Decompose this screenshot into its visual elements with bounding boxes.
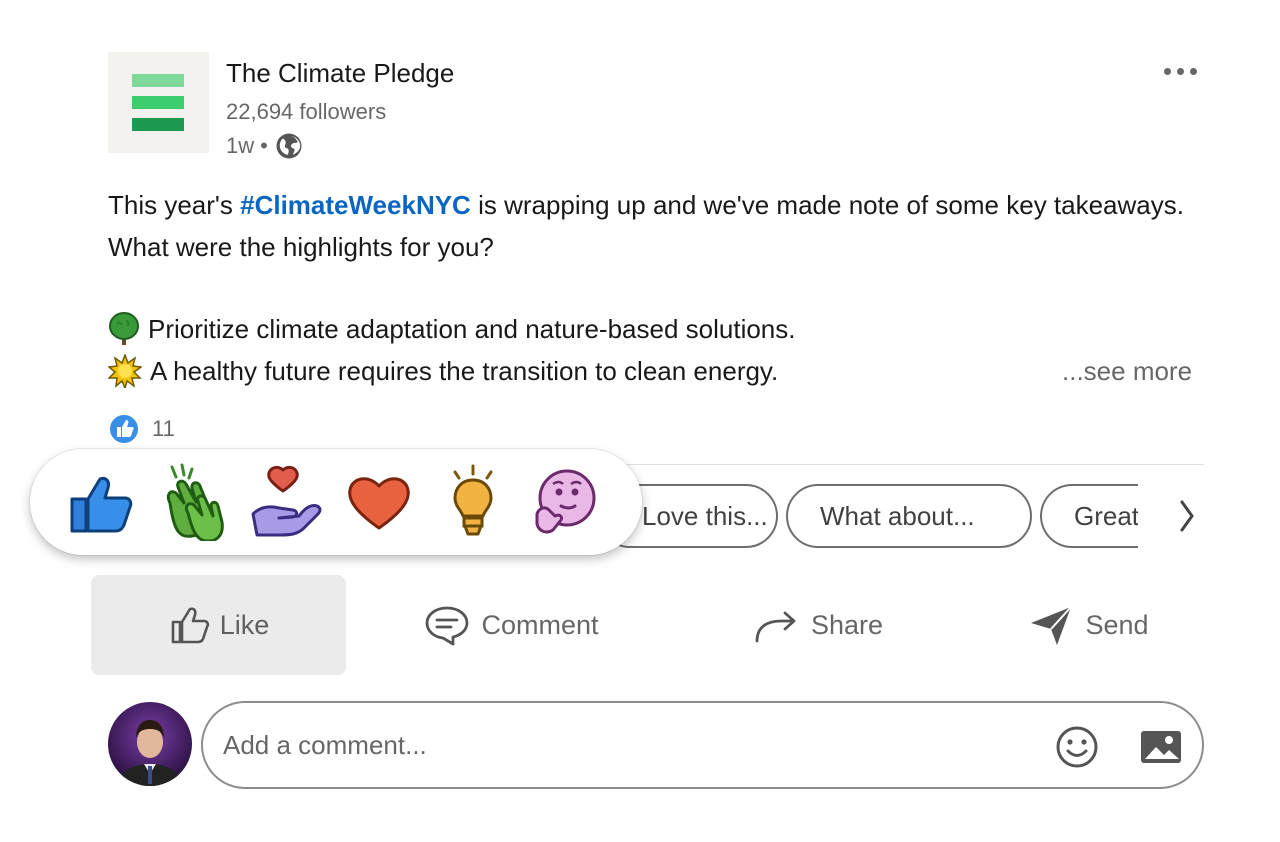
- reaction-support[interactable]: [244, 459, 330, 545]
- comment-box[interactable]: [201, 701, 1204, 789]
- tree-icon: [109, 312, 139, 345]
- comment-button[interactable]: Comment: [394, 575, 628, 675]
- post-time: 1w: [226, 133, 255, 158]
- reaction-summary[interactable]: 11: [108, 413, 175, 445]
- hand-heart-icon: [251, 465, 322, 537]
- reaction-love[interactable]: [336, 459, 422, 545]
- author-name[interactable]: The Climate Pledge: [226, 58, 454, 89]
- comment-input[interactable]: [223, 703, 1023, 787]
- send-label: Send: [1085, 609, 1149, 640]
- logo-bar-bottom: [132, 118, 184, 131]
- send-button[interactable]: Send: [970, 575, 1206, 675]
- company-logo[interactable]: [108, 52, 209, 153]
- reaction-like[interactable]: [60, 459, 146, 545]
- thinking-face-icon: [535, 469, 596, 534]
- bullet-item: A healthy future requires the transition…: [108, 350, 778, 392]
- logo-bar-top: [132, 74, 184, 87]
- share-icon: [755, 611, 796, 643]
- heart-icon: [348, 477, 410, 530]
- share-label: Share: [810, 609, 884, 640]
- hashtag-link[interactable]: #ClimateWeekNYC: [240, 190, 471, 220]
- more-options-button[interactable]: [1150, 56, 1210, 86]
- like-icon: [171, 607, 209, 644]
- bullet-text: A healthy future requires the transition…: [150, 356, 779, 386]
- globe-icon: [276, 133, 302, 159]
- user-photo-icon: [108, 702, 192, 786]
- more-dot-icon: [1189, 67, 1197, 75]
- clapping-hands-icon: [166, 463, 224, 541]
- chip-label: Great: [1074, 500, 1138, 531]
- reaction-celebrate[interactable]: [154, 459, 240, 545]
- post-meta: 1w •: [226, 131, 304, 161]
- emoji-icon[interactable]: [1055, 725, 1099, 769]
- chevron-right-icon[interactable]: [1172, 494, 1202, 538]
- comment-label: Comment: [481, 609, 599, 640]
- lightbulb-icon: [453, 464, 493, 536]
- chip-label: Love this...: [642, 500, 768, 531]
- reaction-picker: [30, 449, 642, 555]
- bullet-item: Prioritize climate adaptation and nature…: [108, 308, 796, 350]
- logo-bar-middle: [132, 96, 184, 109]
- reaction-funny[interactable]: [522, 459, 608, 545]
- post-body: This year's #ClimateWeekNYC is wrapping …: [108, 184, 1208, 268]
- like-label: Like: [219, 609, 270, 640]
- bullet-text: Prioritize climate adaptation and nature…: [148, 314, 796, 344]
- share-button[interactable]: Share: [700, 575, 934, 675]
- reaction-count: 11: [152, 416, 175, 441]
- avatar[interactable]: [108, 702, 192, 786]
- like-button[interactable]: Like: [91, 575, 346, 675]
- like-reaction-icon: [108, 413, 140, 445]
- thumbs-up-icon: [70, 477, 133, 533]
- more-dot-icon: [1176, 67, 1184, 75]
- comment-icon: [426, 606, 469, 646]
- suggestion-chip[interactable]: Great: [1040, 484, 1138, 548]
- image-icon[interactable]: [1139, 727, 1183, 767]
- more-dot-icon: [1163, 67, 1171, 75]
- post-intro-before: This year's: [108, 190, 241, 220]
- see-more-link[interactable]: ...see more: [1062, 350, 1192, 392]
- sun-icon: [108, 354, 142, 388]
- meta-separator: •: [260, 133, 268, 158]
- chip-label: What about...: [820, 500, 975, 531]
- suggestion-chip[interactable]: What about...: [786, 484, 1032, 548]
- reaction-insightful[interactable]: [430, 459, 516, 545]
- send-icon: [1031, 606, 1073, 645]
- follower-count: 22,694 followers: [226, 99, 387, 124]
